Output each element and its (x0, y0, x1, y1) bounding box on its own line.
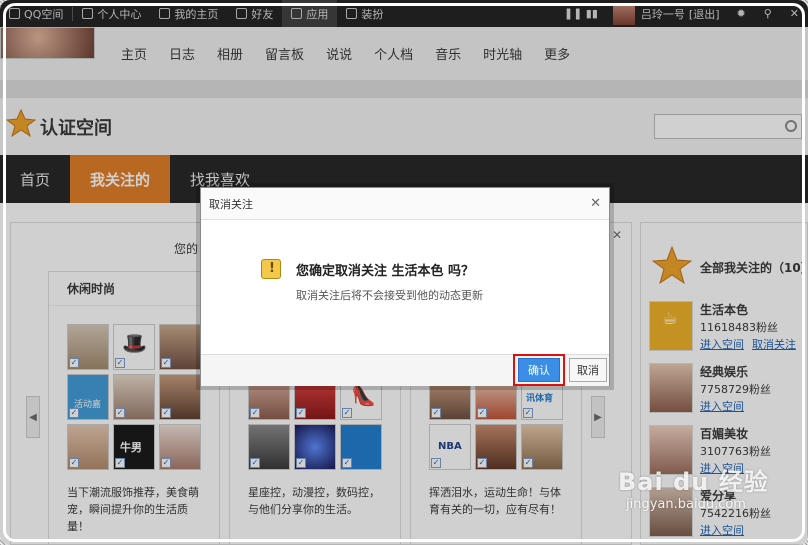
rounded-frame (3, 3, 805, 542)
page: QQ空间 个人中心 我的主页 好友 应用 装扮 ❚❚ ▮▮ 吕玲一号 [退出] … (0, 0, 808, 545)
